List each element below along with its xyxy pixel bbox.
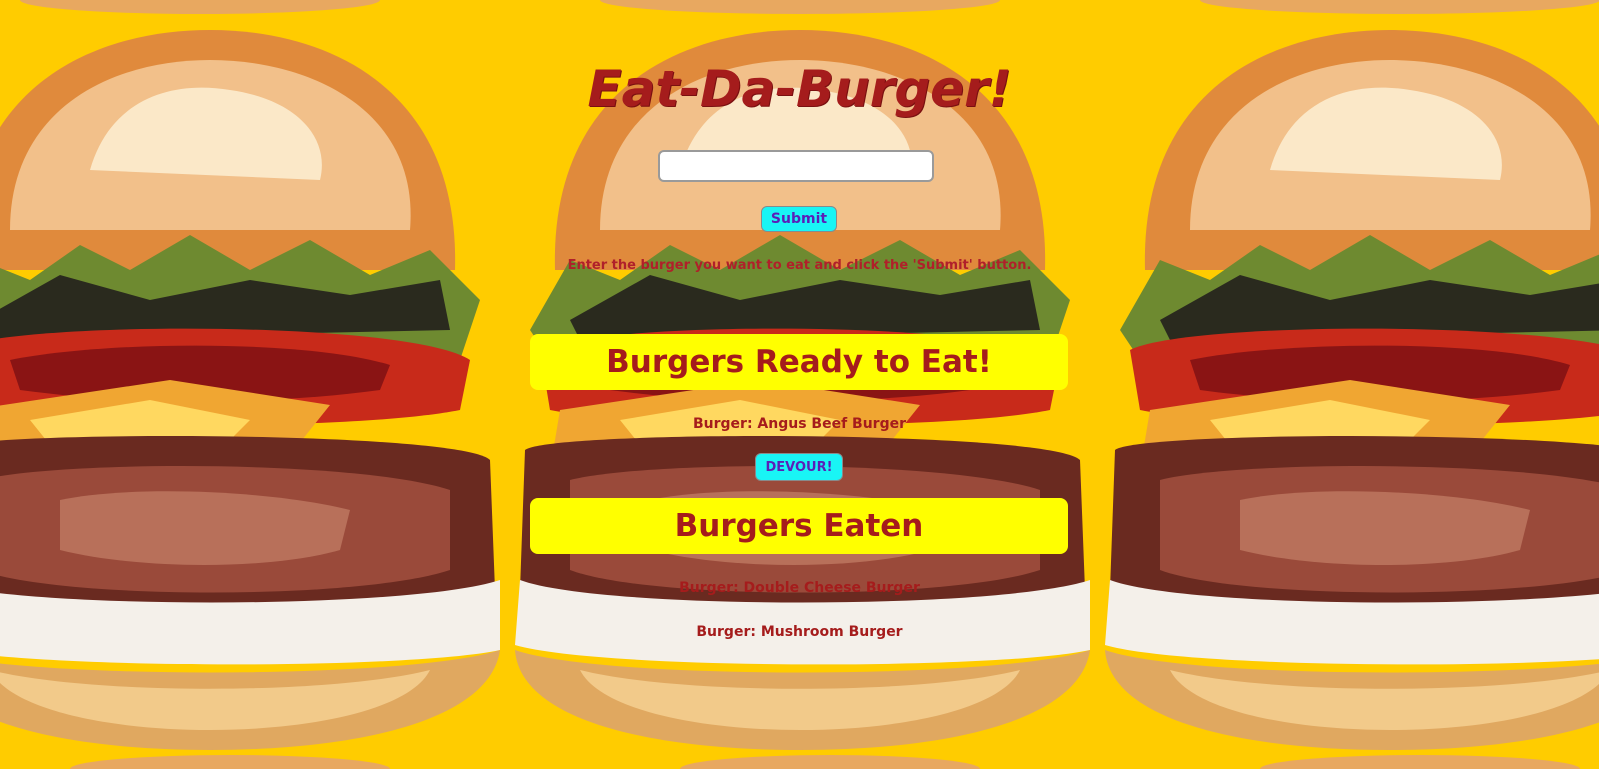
submit-button[interactable]: Submit: [761, 206, 837, 232]
page-title: Eat-Da-Burger!: [587, 60, 1012, 118]
burgers-eaten-heading: Burgers Eaten: [530, 498, 1068, 554]
page-content: Eat-Da-Burger! Submit Enter the burger y…: [0, 0, 1599, 769]
burger-name-input[interactable]: [658, 150, 934, 182]
ready-to-eat-heading: Burgers Ready to Eat!: [530, 334, 1068, 390]
instructions-text: Enter the burger you want to eat and cli…: [567, 258, 1032, 273]
eaten-burger-item: Burger: Double Cheese Burger: [679, 580, 920, 596]
devour-button[interactable]: DEVOUR!: [755, 453, 843, 481]
eaten-burger-item: Burger: Mushroom Burger: [696, 624, 903, 640]
ready-burger-item: Burger: Angus Beef Burger: [692, 416, 907, 432]
